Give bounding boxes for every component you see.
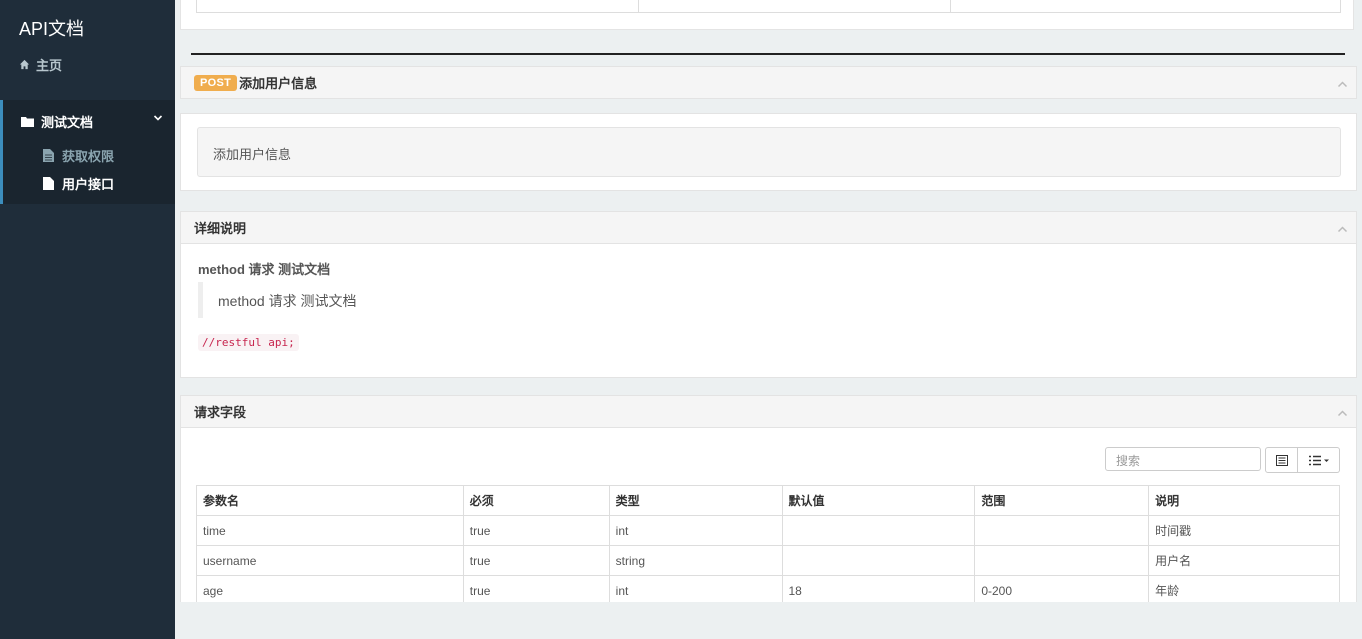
- detail-body: method 请求 测试文档 method 请求 测试文档 //restful …: [180, 244, 1357, 378]
- endpoint-header[interactable]: POST 添加用户信息: [180, 66, 1357, 99]
- column-header[interactable]: 类型: [608, 485, 783, 516]
- table-cell: [781, 545, 976, 576]
- endpoint-title: 添加用户信息: [239, 76, 318, 91]
- chevron-down-icon: [153, 115, 163, 121]
- table-cell: int: [608, 515, 783, 546]
- detail-code: //restful api;: [198, 334, 299, 351]
- brand-title[interactable]: API文档: [19, 15, 84, 41]
- detail-header[interactable]: 详细说明: [180, 211, 1357, 244]
- previous-table-fragment: [196, 0, 1341, 13]
- sidebar-item-label: 获取权限: [62, 149, 115, 164]
- table-cell: 18: [781, 575, 976, 602]
- request-fields-header[interactable]: 请求字段: [180, 395, 1357, 428]
- detail-heading: 详细说明: [194, 221, 247, 236]
- sidebar-item-label: 用户接口: [62, 177, 115, 192]
- table-cell: 年龄: [1148, 575, 1340, 602]
- chevron-up-icon[interactable]: [1337, 224, 1348, 235]
- chevron-up-icon[interactable]: [1337, 408, 1348, 419]
- main-content: POST 添加用户信息 添加用户信息 详细说明 method 请求 测试文档 m…: [175, 0, 1362, 602]
- file-icon: [43, 177, 54, 190]
- table-cell: true: [462, 545, 610, 576]
- detail-title: method 请求 测试文档: [198, 262, 331, 277]
- table-cell: true: [462, 575, 610, 602]
- list-view-icon: [1275, 454, 1288, 466]
- section-divider: [191, 53, 1345, 55]
- table-cell: int: [608, 575, 783, 602]
- folder-icon: [21, 117, 34, 127]
- sidebar-group-toggle[interactable]: 测试文档: [21, 112, 171, 131]
- endpoint-body: 添加用户信息: [180, 113, 1357, 191]
- table-cell: time: [196, 515, 464, 546]
- toggle-view-button[interactable]: [1265, 447, 1298, 473]
- column-header[interactable]: 参数名: [196, 485, 464, 516]
- request-fields-table: 参数名 必须 类型 默认值 范围 说明 time true int 时间戳 us…: [196, 485, 1340, 602]
- table-cell: age: [196, 575, 464, 602]
- column-header[interactable]: 默认值: [781, 485, 976, 516]
- table-row: time true int 时间戳: [196, 515, 1340, 546]
- home-icon: [19, 59, 30, 70]
- sidebar-group: 测试文档 获取权限 用户接口: [0, 100, 175, 204]
- column-header[interactable]: 范围: [974, 485, 1150, 516]
- table-cell: true: [462, 515, 610, 546]
- file-icon: [43, 149, 54, 162]
- table-header-row: 参数名 必须 类型 默认值 范围 说明: [196, 485, 1340, 516]
- chevron-up-icon[interactable]: [1337, 79, 1348, 90]
- table-cell: [974, 515, 1150, 546]
- table-row: username true string 用户名: [196, 545, 1340, 576]
- table-cell: string: [608, 545, 783, 576]
- search-input[interactable]: 搜索: [1105, 447, 1261, 471]
- table-cell: 0-200: [974, 575, 1150, 602]
- table-toolbar: [1265, 447, 1340, 473]
- columns-icon: [1308, 455, 1329, 465]
- table-cell: 用户名: [1148, 545, 1340, 576]
- method-badge: POST: [194, 74, 238, 91]
- sidebar-item-label: 主页: [36, 58, 63, 73]
- table-cell: [781, 515, 976, 546]
- sidebar-item-permissions[interactable]: 获取权限: [43, 146, 114, 165]
- table-row: age true int 18 0-200 年龄: [196, 575, 1340, 602]
- endpoint-description: 添加用户信息: [197, 127, 1341, 177]
- table-cell: [974, 545, 1150, 576]
- sidebar-item-home[interactable]: 主页: [19, 55, 62, 74]
- columns-button[interactable]: [1298, 447, 1340, 473]
- sidebar-group-label: 测试文档: [41, 115, 94, 130]
- sidebar-item-user-api[interactable]: 用户接口: [43, 174, 114, 193]
- column-header[interactable]: 必须: [462, 485, 610, 516]
- column-header[interactable]: 说明: [1148, 485, 1340, 516]
- table-cell: 时间戳: [1148, 515, 1340, 546]
- table-cell: username: [196, 545, 464, 576]
- detail-quote: method 请求 测试文档: [198, 282, 371, 318]
- sidebar: API文档 主页 测试文档 获取权限 用户接口: [0, 0, 175, 639]
- request-fields-heading: 请求字段: [194, 405, 247, 420]
